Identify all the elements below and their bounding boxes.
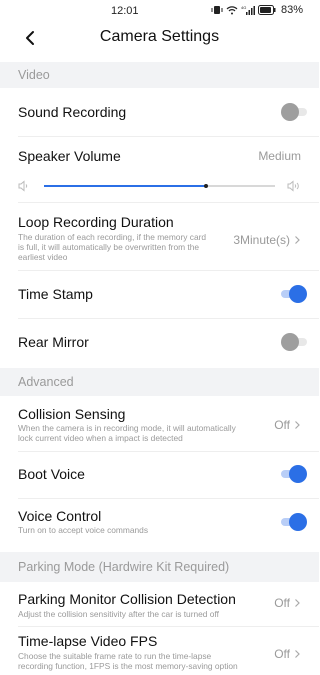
chevron-right-icon bbox=[295, 599, 300, 607]
loop-recording-value-group: 3Minute(s) bbox=[233, 233, 301, 247]
voice-control-row[interactable]: Voice Control Turn on to accept voice co… bbox=[18, 499, 319, 545]
status-time: 12:01 bbox=[111, 5, 139, 17]
section-header-advanced: Advanced bbox=[0, 368, 319, 396]
status-icons: 4G 83% bbox=[211, 4, 303, 16]
volume-slider-fill bbox=[44, 185, 206, 187]
boot-voice-toggle[interactable] bbox=[281, 465, 307, 483]
parking-monitor-desc: Adjust the collision sensitivity after t… bbox=[18, 609, 219, 619]
vibrate-icon bbox=[211, 5, 223, 15]
rear-mirror-toggle[interactable] bbox=[281, 333, 307, 351]
rear-mirror-row[interactable]: Rear Mirror bbox=[18, 319, 319, 365]
boot-voice-row[interactable]: Boot Voice bbox=[18, 452, 319, 497]
volume-high-icon bbox=[287, 180, 299, 192]
chevron-right-icon bbox=[295, 421, 300, 429]
battery-icon bbox=[257, 5, 276, 15]
timelapse-fps-desc-1: Choose the suitable frame rate to run th… bbox=[18, 651, 212, 661]
app-header: Camera Settings bbox=[0, 22, 319, 54]
collision-sensing-row[interactable]: Collision Sensing When the camera is in … bbox=[18, 396, 319, 451]
section-header-video: Video bbox=[0, 62, 319, 88]
timelapse-fps-label: Time-lapse Video FPS bbox=[18, 633, 158, 649]
time-stamp-label: Time Stamp bbox=[18, 286, 93, 302]
collision-sensing-desc-2: lock current video when a impact is dete… bbox=[18, 433, 183, 443]
boot-voice-label: Boot Voice bbox=[18, 466, 85, 482]
parking-monitor-value: Off bbox=[274, 596, 290, 610]
timelapse-fps-desc-2: recording function, 1FPS is the most mem… bbox=[18, 661, 238, 671]
volume-slider-track[interactable] bbox=[44, 184, 275, 188]
loop-recording-desc-2: is full, it will automatically be overwr… bbox=[18, 242, 200, 252]
parking-monitor-row[interactable]: Parking Monitor Collision Detection Adju… bbox=[18, 582, 319, 626]
speaker-volume-row: Speaker Volume Medium bbox=[18, 137, 319, 175]
parking-monitor-value-group: Off bbox=[274, 596, 301, 610]
time-stamp-row[interactable]: Time Stamp bbox=[18, 271, 319, 317]
signal-icon: 4G bbox=[241, 5, 255, 15]
status-bar: 12:01 4G 83% bbox=[0, 0, 319, 22]
volume-slider[interactable] bbox=[18, 176, 301, 196]
chevron-right-icon bbox=[295, 650, 300, 658]
speaker-volume-label: Speaker Volume bbox=[18, 148, 121, 164]
page-title: Camera Settings bbox=[99, 28, 220, 45]
loop-recording-desc-3: earliest video bbox=[18, 252, 68, 262]
volume-slider-thumb[interactable] bbox=[203, 184, 208, 188]
chevron-right-icon bbox=[295, 236, 300, 244]
sound-recording-toggle[interactable] bbox=[281, 103, 307, 121]
sound-recording-label: Sound Recording bbox=[18, 104, 127, 120]
time-stamp-toggle[interactable] bbox=[281, 285, 307, 303]
battery-percent: 83% bbox=[280, 4, 303, 16]
voice-control-desc: Turn on to accept voice commands bbox=[18, 525, 149, 535]
collision-sensing-desc-1: When the camera is in recording mode, it… bbox=[18, 423, 236, 433]
volume-low-icon bbox=[18, 180, 28, 192]
voice-control-toggle[interactable] bbox=[281, 513, 307, 531]
timelapse-fps-row[interactable]: Time-lapse Video FPS Choose the suitable… bbox=[18, 627, 319, 675]
rear-mirror-label: Rear Mirror bbox=[18, 334, 89, 350]
timelapse-fps-value-group: Off bbox=[274, 647, 301, 661]
timelapse-fps-value: Off bbox=[274, 647, 290, 661]
loop-recording-label: Loop Recording Duration bbox=[18, 214, 174, 230]
speaker-volume-value: Medium bbox=[258, 149, 301, 163]
collision-sensing-value-group: Off bbox=[274, 418, 301, 432]
section-header-parking: Parking Mode (Hardwire Kit Required) bbox=[0, 552, 319, 582]
collision-sensing-value: Off bbox=[274, 418, 290, 432]
svg-text:4G: 4G bbox=[241, 5, 246, 10]
loop-recording-row[interactable]: Loop Recording Duration The duration of … bbox=[18, 203, 319, 269]
voice-control-label: Voice Control bbox=[18, 508, 102, 524]
parking-monitor-label: Parking Monitor Collision Detection bbox=[18, 591, 236, 607]
sound-recording-row[interactable]: Sound Recording bbox=[18, 88, 319, 136]
loop-recording-value: 3Minute(s) bbox=[233, 233, 290, 247]
loop-recording-desc-1: The duration of each recording, if the m… bbox=[18, 232, 207, 242]
wifi-icon bbox=[226, 5, 238, 15]
collision-sensing-label: Collision Sensing bbox=[18, 406, 126, 422]
